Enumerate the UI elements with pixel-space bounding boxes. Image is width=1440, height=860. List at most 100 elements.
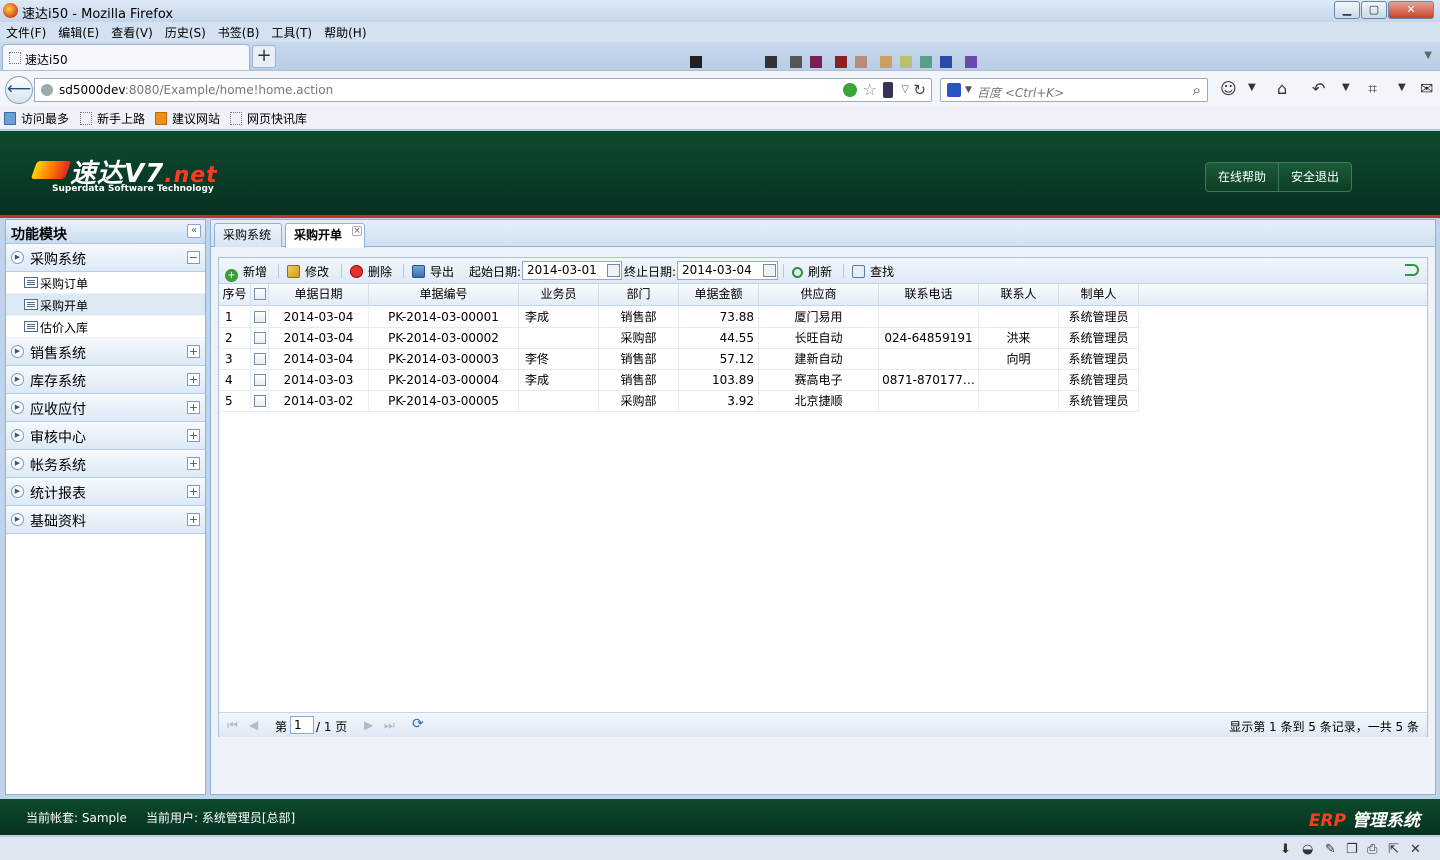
pager-refresh-icon[interactable]: ⟳ — [412, 716, 424, 732]
collapse-panel-icon[interactable]: « — [187, 224, 201, 238]
table-row[interactable]: 3 2014-03-04 PK-2014-03-00003 李佟 销售部 57.12 建新自… — [219, 349, 1139, 370]
delete-button[interactable]: 删除 — [350, 263, 392, 280]
tab-purchase-bill[interactable]: 采购开单 × — [285, 223, 365, 248]
row-checkbox[interactable] — [253, 353, 266, 365]
export-button[interactable]: 导出 — [412, 263, 454, 280]
module-purchase[interactable]: ▶ 采购系统 − — [6, 244, 205, 272]
start-date-field[interactable]: 2014-03-01 — [522, 261, 622, 280]
print-icon[interactable]: ⎙ — [1367, 842, 1377, 857]
row-checkbox[interactable] — [253, 374, 266, 386]
browser-tab[interactable]: 速达i50 — [2, 44, 250, 70]
page-number-input[interactable]: 1 — [290, 716, 314, 734]
download-icon[interactable]: ⬇ — [1280, 842, 1291, 857]
share-icon[interactable]: ⇱ — [1388, 842, 1399, 857]
expand-plus-icon[interactable]: + — [187, 457, 200, 470]
sidebar-item-purchase-order[interactable]: 采购订单 — [6, 272, 205, 294]
col-header-phone[interactable]: 联系电话 — [879, 284, 979, 306]
menu-tools[interactable]: 工具(T) — [265, 22, 318, 41]
mobile-icon[interactable] — [883, 82, 893, 98]
table-row[interactable]: 5 2014-03-02 PK-2014-03-00005 采购部 3.92 北京捷顺 系统… — [219, 391, 1139, 412]
end-date-field[interactable]: 2014-03-04 — [677, 261, 778, 280]
undo-dropdown-icon[interactable]: ▼ — [1342, 82, 1350, 93]
prev-page-icon[interactable]: ◀ — [249, 718, 258, 732]
close-addon-bar-icon[interactable]: ✕ — [1410, 842, 1421, 857]
module-receivable-payable[interactable]: ▶ 应收应付 + — [6, 394, 205, 422]
table-row[interactable]: 1 2014-03-04 PK-2014-03-00001 李成 销售部 73.88 厦门易… — [219, 307, 1139, 328]
logout-button[interactable]: 安全退出 — [1279, 163, 1351, 191]
module-accounting[interactable]: ▶ 帐务系统 + — [6, 450, 205, 478]
back-arrow-icon[interactable]: ⟵ — [5, 76, 33, 104]
mask-icon[interactable]: ◒ — [1302, 842, 1313, 857]
module-base-data[interactable]: ▶ 基础资料 + — [6, 506, 205, 534]
module-inventory[interactable]: ▶ 库存系统 + — [6, 366, 205, 394]
menu-history[interactable]: 历史(S) — [159, 22, 212, 41]
col-header-dept[interactable]: 部门 — [599, 284, 679, 306]
collapse-minus-icon[interactable]: − — [187, 251, 200, 264]
col-header-supplier[interactable]: 供应商 — [759, 284, 879, 306]
brush-icon[interactable]: ✎ — [1325, 842, 1336, 857]
close-window-button[interactable]: ✕ — [1388, 1, 1434, 19]
baidu-engine-icon[interactable] — [947, 83, 961, 97]
undo-icon[interactable]: ↶ — [1312, 79, 1325, 98]
module-sales[interactable]: ▶ 销售系统 + — [6, 338, 205, 366]
go-icon[interactable] — [843, 83, 857, 97]
site-identity-icon[interactable] — [41, 84, 53, 96]
search-box[interactable]: ▼ 百度 <Ctrl+K> ⌕ — [940, 78, 1208, 102]
menu-help[interactable]: 帮助(H) — [318, 22, 372, 41]
engine-dropdown-icon[interactable]: ▼ — [965, 85, 972, 95]
menu-edit[interactable]: 编辑(E) — [52, 22, 105, 41]
addon-face-icon[interactable]: ☺ — [1220, 79, 1237, 98]
col-header-contact[interactable]: 联系人 — [979, 284, 1059, 306]
reload-icon[interactable]: ↻ — [913, 81, 926, 99]
tab-list-chevron-icon[interactable]: ▼ — [1424, 50, 1432, 61]
row-checkbox[interactable] — [253, 311, 266, 323]
calendar-icon[interactable] — [607, 264, 620, 277]
edit-button[interactable]: 修改 — [287, 263, 329, 280]
home-icon[interactable]: ⌂ — [1277, 79, 1287, 98]
crop-icon[interactable]: ⌗ — [1368, 79, 1377, 99]
bookmark-most-visited[interactable]: 访问最多 — [4, 110, 69, 127]
expand-plus-icon[interactable]: + — [187, 429, 200, 442]
maximize-button[interactable]: ▢ — [1361, 1, 1387, 19]
minimize-button[interactable]: ▁ — [1334, 1, 1360, 19]
col-header-amount[interactable]: 单据金额 — [679, 284, 759, 306]
expand-plus-icon[interactable]: + — [187, 345, 200, 358]
sidebar-item-purchase-bill[interactable]: 采购开单 — [6, 294, 205, 316]
module-reports[interactable]: ▶ 统计报表 + — [6, 478, 205, 506]
next-page-icon[interactable]: ▶ — [364, 718, 373, 732]
bookmark-getting-started[interactable]: 新手上路 — [80, 110, 145, 127]
bookmark-suggested-sites[interactable]: 建议网站 — [155, 110, 220, 127]
select-all-checkbox[interactable] — [253, 288, 266, 300]
search-input[interactable]: 百度 <Ctrl+K> — [977, 84, 1064, 101]
search-icon[interactable]: ⌕ — [1193, 81, 1201, 99]
menu-view[interactable]: 查看(V) — [105, 22, 159, 41]
expand-plus-icon[interactable]: + — [187, 373, 200, 386]
calendar-icon[interactable] — [763, 264, 776, 277]
addon-dropdown-icon[interactable]: ▼ — [1248, 82, 1256, 93]
find-button[interactable]: 查找 — [852, 263, 894, 280]
table-row[interactable]: 4 2014-03-03 PK-2014-03-00004 李成 销售部 103.89 赛高… — [219, 370, 1139, 391]
url-bar[interactable]: sd5000dev:8080/Example/home!home.action … — [34, 78, 932, 102]
menu-file[interactable]: 文件(F) — [0, 22, 52, 41]
module-audit-center[interactable]: ▶ 审核中心 + — [6, 422, 205, 450]
url-dropdown-chevron-icon[interactable]: ▽ — [901, 84, 909, 95]
sidebar-item-estimate-stockin[interactable]: 估价入库 — [6, 316, 205, 338]
menu-bookmarks[interactable]: 书签(B) — [212, 22, 266, 41]
first-page-icon[interactable]: ⏮ — [227, 718, 238, 733]
url-text[interactable]: sd5000dev:8080/Example/home!home.action — [59, 83, 333, 97]
row-checkbox[interactable] — [253, 395, 266, 407]
col-header-date[interactable]: 单据日期 — [269, 284, 369, 306]
expand-plus-icon[interactable]: + — [187, 513, 200, 526]
bookmark-star-icon[interactable]: ☆ — [863, 80, 877, 99]
col-header-code[interactable]: 单据编号 — [369, 284, 519, 306]
col-header-maker[interactable]: 制单人 — [1059, 284, 1139, 306]
refresh-button[interactable]: 刷新 — [792, 263, 832, 280]
online-help-button[interactable]: 在线帮助 — [1206, 163, 1279, 191]
col-header-clerk[interactable]: 业务员 — [519, 284, 599, 306]
expand-plus-icon[interactable]: + — [187, 401, 200, 414]
last-page-icon[interactable]: ⏭ — [384, 718, 395, 733]
crop-dropdown-icon[interactable]: ▼ — [1398, 82, 1406, 93]
new-tab-button[interactable]: + — [252, 45, 276, 68]
add-button[interactable]: + 新增 — [225, 263, 267, 282]
chat-icon[interactable]: ✉ — [1420, 79, 1433, 98]
